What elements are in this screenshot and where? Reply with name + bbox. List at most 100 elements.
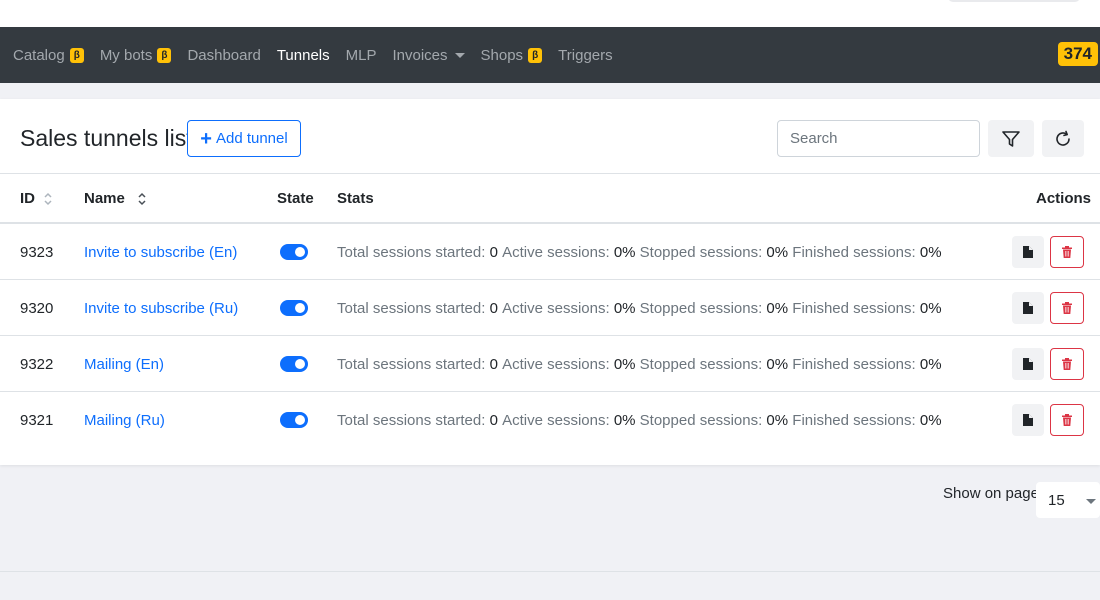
tunnel-name-link[interactable]: Mailing (Ru) bbox=[84, 392, 165, 448]
trash-icon bbox=[1062, 302, 1072, 314]
nav-item-invoices[interactable]: Invoices bbox=[392, 46, 465, 64]
state-toggle[interactable] bbox=[280, 412, 308, 428]
document-icon bbox=[1023, 302, 1033, 314]
footer-divider bbox=[0, 571, 1100, 572]
stats-cell: Total sessions started: 0 Active session… bbox=[337, 336, 942, 392]
stat-label: Active sessions: bbox=[502, 411, 610, 429]
stat-value: 0 bbox=[489, 299, 498, 317]
search-input[interactable] bbox=[777, 120, 980, 157]
tunnel-name-link[interactable]: Mailing (En) bbox=[84, 336, 164, 392]
nav-item-label: Tunnels bbox=[276, 46, 330, 64]
main-navbar: Catalog β My bots β Dashboard Tunnels MLP Invoi… bbox=[0, 27, 1100, 83]
tunnel-name-link[interactable]: Invite to subscribe (Ru) bbox=[84, 280, 238, 336]
column-header-id[interactable]: ID bbox=[20, 190, 53, 207]
stat-label: Finished sessions: bbox=[792, 243, 916, 261]
nav-item-triggers[interactable]: Triggers bbox=[558, 47, 612, 64]
stat-label: Finished sessions: bbox=[792, 355, 916, 373]
sort-icon bbox=[44, 192, 52, 205]
stat-value: 0% bbox=[766, 299, 789, 317]
stat-label: Active sessions: bbox=[502, 243, 610, 261]
tunnel-id: 9322 bbox=[20, 355, 54, 373]
nav-item-my-bots[interactable]: My bots β bbox=[100, 47, 172, 64]
state-toggle[interactable] bbox=[280, 300, 308, 316]
stat-label: Total sessions started: bbox=[337, 243, 486, 261]
trash-icon bbox=[1062, 246, 1072, 258]
stat-value: 0 bbox=[489, 355, 498, 373]
nav-item-dashboard[interactable]: Dashboard bbox=[187, 47, 260, 64]
stat-label: Stopped sessions: bbox=[639, 299, 763, 317]
refresh-button[interactable] bbox=[1042, 120, 1084, 157]
nav-item-label: Dashboard bbox=[187, 46, 261, 64]
filter-icon bbox=[1002, 130, 1020, 147]
trash-icon bbox=[1062, 358, 1072, 370]
stats-cell: Total sessions started: 0 Active session… bbox=[337, 224, 942, 280]
document-icon bbox=[1023, 414, 1033, 426]
top-bar bbox=[0, 0, 1100, 27]
nav-item-label: Shops bbox=[480, 46, 524, 64]
balance-badge[interactable]: 374 bbox=[1057, 42, 1098, 66]
tunnels-card: Sales tunnels list + Add tunnel ID Name … bbox=[0, 99, 1100, 465]
view-button[interactable] bbox=[1012, 348, 1044, 380]
stat-value: 0% bbox=[766, 411, 789, 429]
delete-button[interactable] bbox=[1050, 404, 1084, 436]
chevron-down-icon bbox=[1086, 499, 1096, 504]
stat-label: Stopped sessions: bbox=[639, 355, 763, 373]
delete-button[interactable] bbox=[1050, 236, 1084, 268]
plus-icon: + bbox=[200, 127, 212, 150]
beta-badge: β bbox=[157, 47, 172, 63]
column-header-stats: Stats bbox=[337, 190, 374, 207]
stat-value: 0% bbox=[613, 411, 636, 429]
chevron-down-icon bbox=[454, 52, 465, 58]
table-row: 9321 Mailing (Ru) Total sessions started: … bbox=[0, 392, 1100, 448]
stat-value: 0% bbox=[766, 355, 789, 373]
tunnel-id: 9323 bbox=[20, 243, 54, 261]
refresh-icon bbox=[1056, 130, 1070, 146]
state-toggle[interactable] bbox=[280, 356, 308, 372]
column-header-id-label: ID bbox=[20, 190, 35, 207]
delete-button[interactable] bbox=[1050, 348, 1084, 380]
nav-item-shops[interactable]: Shops β bbox=[481, 47, 543, 64]
stat-value: 0 bbox=[489, 243, 498, 261]
stat-value: 0% bbox=[919, 243, 942, 261]
view-button[interactable] bbox=[1012, 404, 1044, 436]
delete-button[interactable] bbox=[1050, 292, 1084, 324]
stat-label: Active sessions: bbox=[502, 299, 610, 317]
stats-cell: Total sessions started: 0 Active session… bbox=[337, 392, 942, 448]
user-menu-chip[interactable] bbox=[948, 0, 1080, 2]
nav-item-mlp[interactable]: MLP bbox=[346, 47, 377, 64]
state-cell bbox=[280, 392, 308, 448]
page-title: Sales tunnels list bbox=[20, 125, 193, 151]
nav-item-label: Triggers bbox=[558, 46, 613, 64]
nav-item-tunnels[interactable]: Tunnels bbox=[277, 47, 330, 64]
stat-value: 0% bbox=[613, 243, 636, 261]
tunnel-name-link[interactable]: Invite to subscribe (En) bbox=[84, 224, 237, 280]
table-row: 9322 Mailing (En) Total sessions started: … bbox=[0, 336, 1100, 392]
stat-value: 0% bbox=[613, 299, 636, 317]
stats-cell: Total sessions started: 0 Active session… bbox=[337, 280, 942, 336]
column-header-name[interactable]: Name bbox=[84, 190, 147, 207]
beta-badge: β bbox=[69, 47, 84, 63]
nav-item-catalog[interactable]: Catalog β bbox=[13, 47, 84, 64]
card-header: Sales tunnels list + Add tunnel bbox=[0, 99, 1100, 174]
page-size-select[interactable]: 15 bbox=[1036, 482, 1100, 518]
table-row: 9323 Invite to subscribe (En) Total sessio… bbox=[0, 224, 1100, 280]
sort-icon bbox=[138, 192, 146, 205]
column-header-state: State bbox=[277, 190, 314, 207]
stat-value: 0% bbox=[919, 299, 942, 317]
state-cell bbox=[280, 280, 308, 336]
tunnel-id: 9320 bbox=[20, 299, 54, 317]
stat-value: 0% bbox=[766, 243, 789, 261]
view-button[interactable] bbox=[1012, 292, 1044, 324]
view-button[interactable] bbox=[1012, 236, 1044, 268]
trash-icon bbox=[1062, 414, 1072, 426]
nav-item-label: Invoices bbox=[392, 46, 448, 64]
add-tunnel-button[interactable]: + Add tunnel bbox=[187, 120, 301, 157]
column-header-actions: Actions bbox=[1036, 190, 1092, 207]
state-cell bbox=[280, 336, 308, 392]
table-row: 9320 Invite to subscribe (Ru) Total sessio… bbox=[0, 280, 1100, 336]
nav-item-label: My bots bbox=[99, 46, 153, 64]
stat-label: Finished sessions: bbox=[792, 411, 916, 429]
state-toggle[interactable] bbox=[280, 244, 308, 260]
filter-button[interactable] bbox=[988, 120, 1034, 157]
stat-label: Total sessions started: bbox=[337, 411, 486, 429]
